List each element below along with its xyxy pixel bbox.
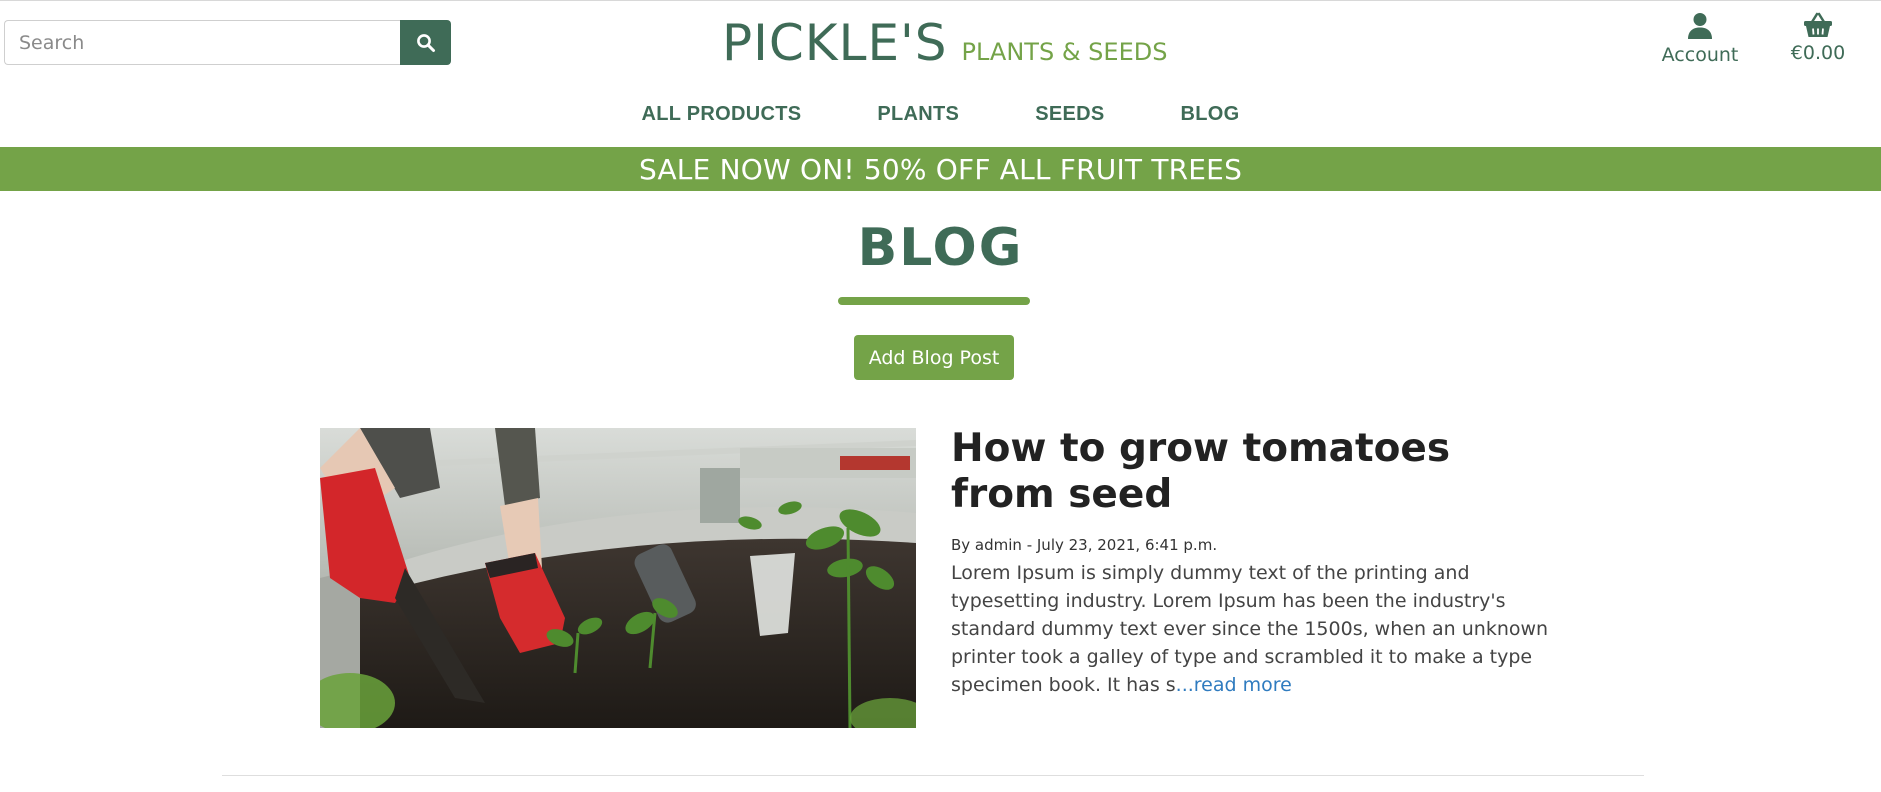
nav-all-products[interactable]: ALL PRODUCTS [641, 103, 801, 126]
read-more-link[interactable]: ...read more [1176, 674, 1292, 696]
search-icon [416, 33, 435, 52]
nav-blog[interactable]: BLOG [1181, 103, 1240, 126]
add-blog-post-button[interactable]: Add Blog Post [854, 335, 1014, 380]
main-nav: ALL PRODUCTS PLANTS SEEDS BLOG [0, 103, 1881, 126]
user-icon [1688, 13, 1712, 39]
top-border [0, 0, 1881, 1]
sale-banner-text: SALE NOW ON! 50% OFF ALL FRUIT TREES [638, 152, 1243, 186]
site-logo[interactable]: PICKLE'S PLANTS & SEEDS [722, 14, 1167, 72]
account-link[interactable]: Account [1655, 12, 1745, 66]
sale-banner: SALE NOW ON! 50% OFF ALL FRUIT TREES [0, 147, 1881, 191]
title-underline [838, 297, 1030, 305]
nav-plants[interactable]: PLANTS [877, 103, 959, 126]
account-label: Account [1661, 44, 1739, 66]
gardener-planting-photo [320, 428, 916, 728]
basket-icon [1804, 12, 1832, 37]
post-image[interactable] [320, 428, 916, 728]
logo-tagline: PLANTS & SEEDS [961, 38, 1168, 66]
search-button[interactable] [400, 20, 451, 65]
post-meta: By admin - July 23, 2021, 6:41 p.m. [951, 536, 1218, 554]
nav-seeds[interactable]: SEEDS [1035, 103, 1104, 126]
page-title: BLOG [857, 218, 1024, 278]
post-excerpt: Lorem Ipsum is simply dummy text of the … [951, 559, 1561, 699]
search-form [4, 20, 451, 65]
basket-link[interactable]: €0.00 [1778, 12, 1858, 64]
post-title[interactable]: How to grow tomatoes from seed [951, 426, 1551, 518]
basket-total: €0.00 [1790, 42, 1846, 64]
post-divider [222, 775, 1644, 776]
search-input[interactable] [4, 20, 401, 65]
logo-brand: PICKLE'S [722, 14, 948, 72]
